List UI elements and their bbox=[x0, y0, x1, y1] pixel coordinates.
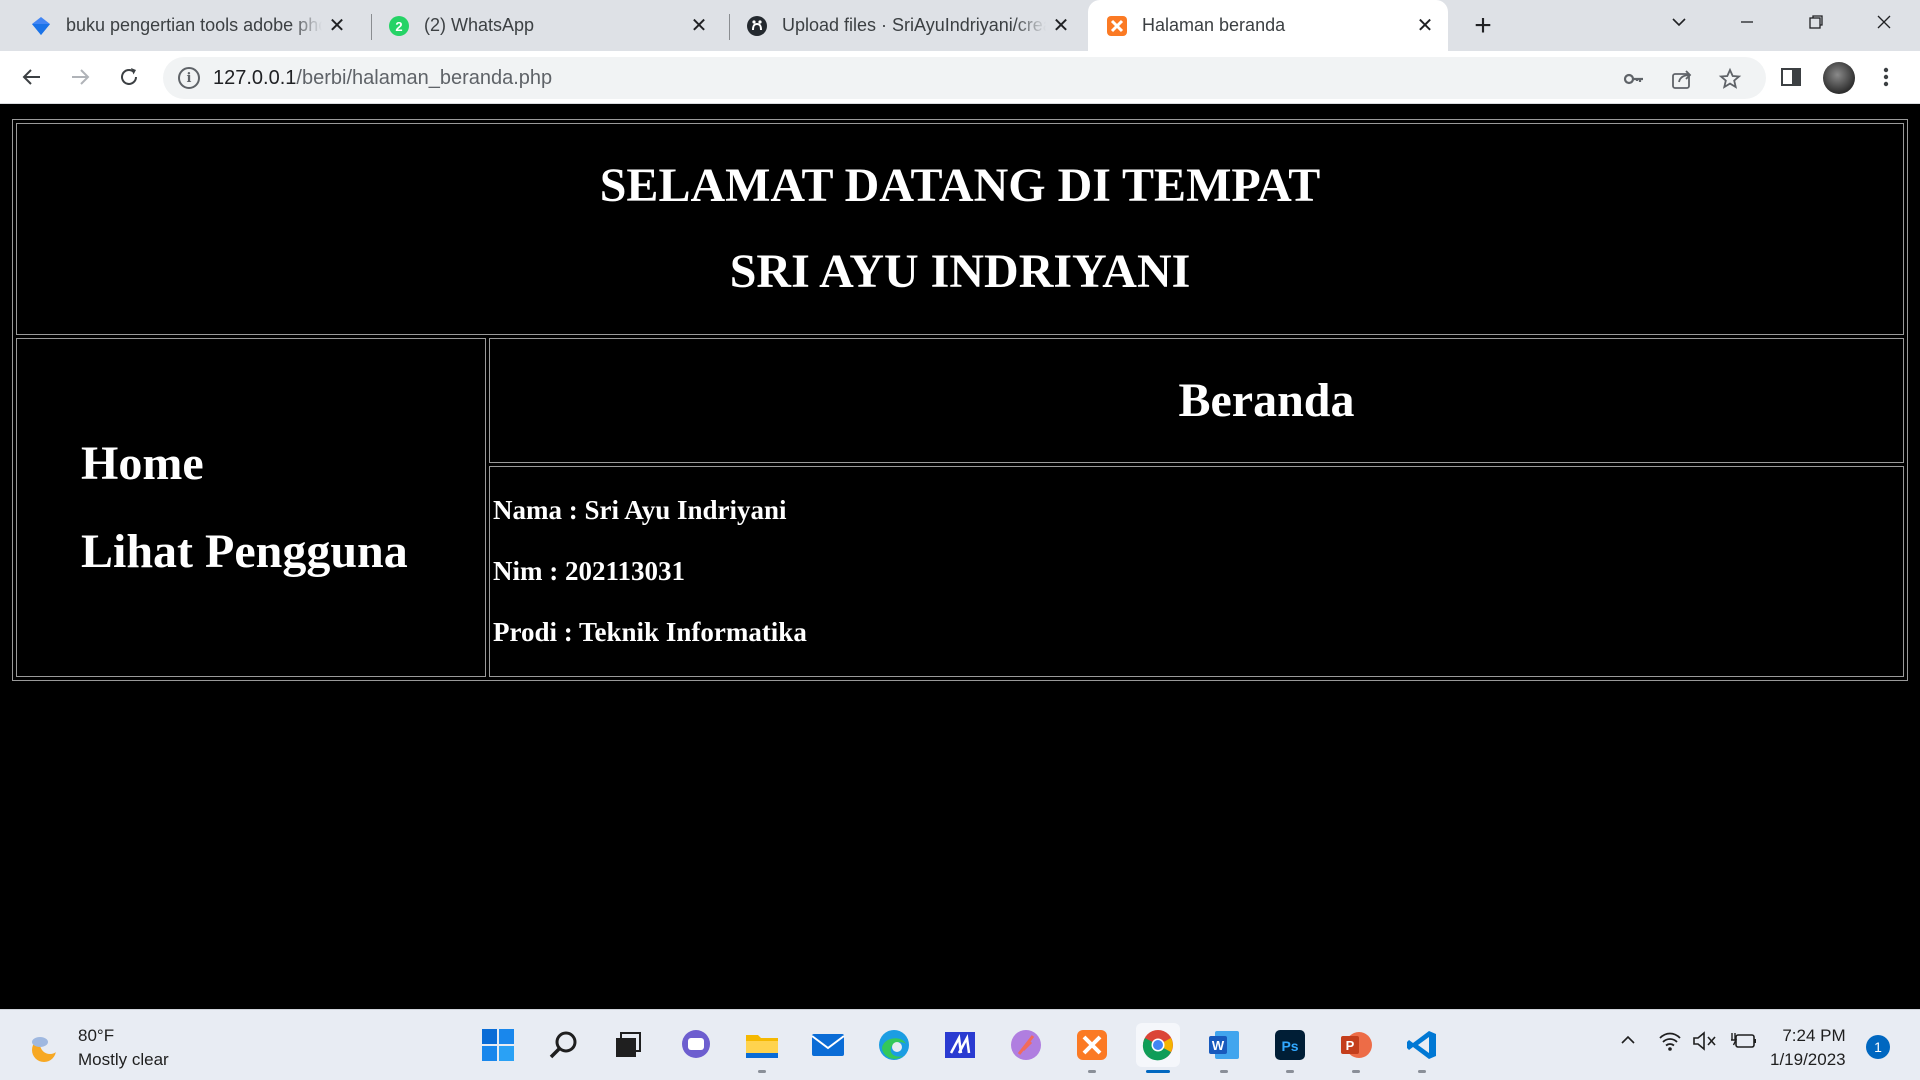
dot bbox=[1286, 1070, 1294, 1073]
search-icon[interactable] bbox=[542, 1023, 586, 1067]
tab-strip: buku pengertian tools adobe photoshop ✕ … bbox=[0, 0, 1920, 51]
minimize-button[interactable] bbox=[1713, 0, 1781, 44]
url-text: 127.0.0.1/berbi/halaman_beranda.php bbox=[213, 67, 552, 90]
info-prodi: Prodi : Teknik Informatika bbox=[493, 617, 807, 648]
windows-taskbar: 80°F Mostly clear W Ps P 7:24 PM 1/19/20… bbox=[0, 1009, 1920, 1080]
info-nim: Nim : 202113031 bbox=[493, 556, 685, 587]
svg-text:Ps: Ps bbox=[1281, 1038, 1298, 1054]
back-button[interactable] bbox=[14, 59, 50, 95]
chrome-icon[interactable] bbox=[1136, 1023, 1180, 1073]
more-menu-icon[interactable] bbox=[1868, 59, 1904, 95]
github-icon bbox=[746, 15, 768, 37]
battery-charging-icon[interactable] bbox=[1730, 1030, 1758, 1057]
restore-button[interactable] bbox=[1782, 0, 1850, 44]
address-bar[interactable]: i 127.0.0.1/berbi/halaman_beranda.php bbox=[163, 57, 1766, 99]
svg-text:W: W bbox=[1212, 1038, 1225, 1053]
wifi-icon[interactable] bbox=[1658, 1030, 1682, 1057]
vscode-icon[interactable] bbox=[1400, 1023, 1444, 1073]
xampp-icon bbox=[1106, 15, 1128, 37]
avatar[interactable] bbox=[1823, 62, 1855, 94]
start-icon[interactable] bbox=[476, 1023, 520, 1067]
site-info-icon[interactable]: i bbox=[178, 67, 200, 89]
chat-icon[interactable] bbox=[674, 1023, 718, 1067]
bookmark-star-icon[interactable] bbox=[1717, 66, 1743, 92]
tab-whatsapp[interactable]: 2 (2) WhatsApp ✕ bbox=[360, 0, 722, 51]
close-icon[interactable]: ✕ bbox=[322, 11, 352, 41]
browser-toolbar: i 127.0.0.1/berbi/halaman_beranda.php bbox=[0, 51, 1920, 104]
weather-temp: 80°F bbox=[78, 1026, 115, 1045]
mail-icon[interactable] bbox=[806, 1023, 850, 1067]
xampp-icon[interactable] bbox=[1070, 1023, 1114, 1073]
clock-time: 7:24 PM bbox=[1782, 1026, 1846, 1045]
menu-link-lihat-pengguna[interactable]: Lihat Pengguna bbox=[81, 508, 485, 596]
side-panel-icon[interactable] bbox=[1773, 59, 1809, 95]
page-viewport: SELAMAT DATANG DI TEMPAT SRI AYU INDRIYA… bbox=[0, 105, 1920, 1009]
url-host: 127.0.0.1 bbox=[213, 67, 297, 89]
system-clock[interactable]: 7:24 PM 1/19/2023 bbox=[1770, 1024, 1846, 1072]
weather-widget[interactable]: 80°F Mostly clear bbox=[28, 1024, 169, 1072]
powerpoint-icon[interactable]: P bbox=[1334, 1023, 1378, 1073]
moon-cloud-icon bbox=[32, 1034, 60, 1062]
close-icon[interactable]: ✕ bbox=[684, 11, 714, 41]
info-nama: Nama : Sri Ayu Indriyani bbox=[493, 495, 787, 526]
photoshop-icon[interactable]: Ps bbox=[1268, 1023, 1312, 1073]
tab-title: (2) WhatsApp bbox=[424, 15, 535, 35]
tab-search-button[interactable] bbox=[1645, 0, 1713, 44]
weather-text: 80°F Mostly clear bbox=[78, 1024, 169, 1072]
word-icon[interactable]: W bbox=[1202, 1023, 1246, 1073]
notification-badge[interactable]: 1 bbox=[1866, 1035, 1890, 1059]
tab-halaman-beranda[interactable]: Halaman beranda ✕ bbox=[1088, 0, 1448, 51]
menu-link-home[interactable]: Home bbox=[81, 420, 485, 508]
tab-title: buku pengertian tools adobe photoshop bbox=[66, 15, 322, 35]
new-tab-button[interactable]: + bbox=[1465, 8, 1501, 44]
feather-app-icon[interactable] bbox=[1004, 1023, 1048, 1067]
file-explorer-icon[interactable] bbox=[740, 1023, 784, 1073]
owner-name-heading: SRI AYU INDRIYANI bbox=[729, 245, 1191, 298]
section-title: Beranda bbox=[489, 338, 1904, 464]
share-icon[interactable] bbox=[1669, 66, 1695, 92]
forward-button[interactable] bbox=[62, 59, 98, 95]
diamond-icon bbox=[30, 15, 52, 37]
whatsapp-icon: 2 bbox=[388, 15, 410, 37]
tab-title: Upload files · SriAyuIndriyani/create bbox=[782, 15, 1046, 35]
tab-photoshop-book[interactable]: buku pengertian tools adobe photoshop ✕ bbox=[0, 0, 360, 51]
volume-muted-icon[interactable] bbox=[1692, 1030, 1718, 1057]
tab-github-upload[interactable]: Upload files · SriAyuIndriyani/create ✕ bbox=[722, 0, 1084, 51]
svg-text:P: P bbox=[1346, 1038, 1355, 1053]
chevron-up-icon[interactable] bbox=[1618, 1030, 1638, 1055]
close-icon[interactable]: ✕ bbox=[1410, 11, 1440, 41]
side-menu: Home Lihat Pengguna bbox=[16, 338, 486, 677]
weather-desc: Mostly clear bbox=[78, 1050, 169, 1069]
key-icon[interactable] bbox=[1621, 66, 1647, 92]
clock-date: 1/19/2023 bbox=[1770, 1050, 1846, 1069]
dot bbox=[1220, 1070, 1228, 1073]
tab-title: Halaman beranda bbox=[1142, 15, 1286, 35]
page-layout-table: SELAMAT DATANG DI TEMPAT SRI AYU INDRIYA… bbox=[12, 119, 1908, 681]
close-window-button[interactable] bbox=[1850, 0, 1918, 44]
task-view-icon[interactable] bbox=[606, 1023, 650, 1067]
reload-button[interactable] bbox=[111, 59, 147, 95]
close-icon[interactable]: ✕ bbox=[1046, 11, 1076, 41]
svg-text:2: 2 bbox=[395, 19, 402, 34]
edge-icon[interactable] bbox=[872, 1023, 916, 1067]
profile-info: Nama : Sri Ayu Indriyani Nim : 202113031… bbox=[489, 466, 1904, 677]
app-blue-icon[interactable] bbox=[938, 1023, 982, 1067]
page-header: SELAMAT DATANG DI TEMPAT SRI AYU INDRIYA… bbox=[16, 123, 1904, 335]
dot bbox=[758, 1070, 766, 1073]
dot bbox=[1088, 1070, 1096, 1073]
dot bbox=[1418, 1070, 1426, 1073]
welcome-heading: SELAMAT DATANG DI TEMPAT bbox=[599, 159, 1321, 212]
url-path: /berbi/halaman_beranda.php bbox=[296, 67, 553, 89]
dot bbox=[1146, 1070, 1170, 1073]
dot bbox=[1352, 1070, 1360, 1073]
